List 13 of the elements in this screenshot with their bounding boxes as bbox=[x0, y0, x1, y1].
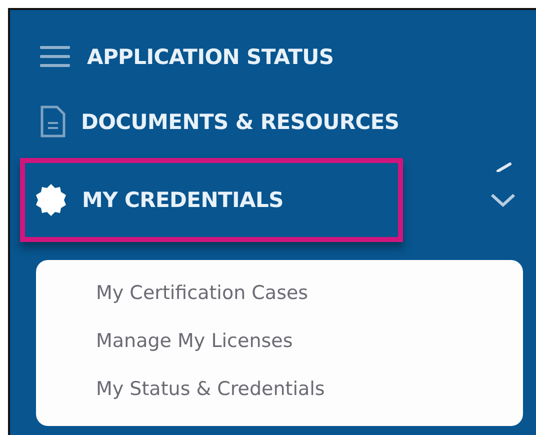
nav-label: DOCUMENTS & RESOURCES bbox=[81, 110, 400, 134]
nav-item[interactable]: MY CREDENTIALS bbox=[20, 158, 403, 242]
nav-item[interactable]: APPLICATION STATUS bbox=[10, 28, 353, 86]
nav-label: MY CREDENTIALS bbox=[82, 188, 284, 212]
submenu-link[interactable]: My Certification Cases bbox=[96, 278, 308, 308]
document-icon bbox=[39, 105, 67, 139]
submenu-link[interactable]: My Status & Credentials bbox=[96, 374, 325, 404]
chevron-icon[interactable] bbox=[490, 192, 516, 208]
nav-item[interactable]: DOCUMENTS & RESOURCES bbox=[10, 86, 418, 158]
stroke-icon bbox=[496, 162, 512, 172]
submenu-link[interactable]: Manage My Licenses bbox=[96, 326, 293, 356]
nav-label: APPLICATION STATUS bbox=[87, 45, 334, 69]
badge-icon bbox=[34, 183, 68, 217]
